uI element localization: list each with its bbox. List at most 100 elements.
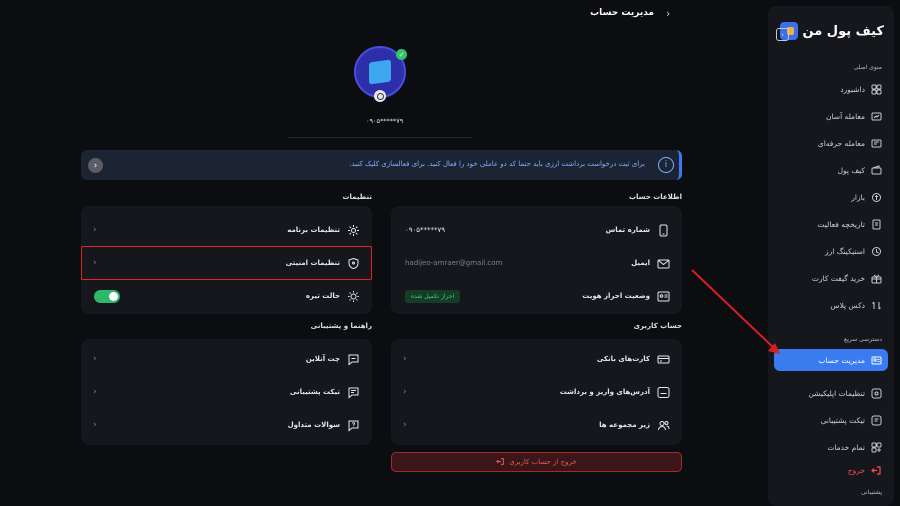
help-heading: راهنما و پشتیبانی	[310, 322, 372, 330]
row-label: شماره تماس	[605, 226, 650, 234]
chat-icon	[347, 353, 360, 366]
easy-trade-icon	[871, 111, 882, 122]
row-label: آدرس‌های واریز و برداشت	[559, 388, 650, 396]
sidebar-item-all-services[interactable]: تمام خدمات	[774, 436, 888, 458]
sidebar-item-label: داشبورد	[840, 84, 865, 94]
app-settings-icon	[871, 388, 882, 399]
chevron-left-icon: ‹	[93, 387, 97, 397]
phone-icon	[657, 224, 670, 237]
logo-text: کیف پول من	[802, 23, 885, 39]
row-label: حالت تیره	[305, 292, 340, 300]
chevron-left-icon: ‹	[93, 225, 97, 235]
account-row-email: ایمیل hadijeo-amraer@gmail.com	[391, 248, 682, 278]
main-menu-title: منوی اصلی	[853, 64, 882, 71]
account-info-card: شماره تماس ۰۹۰۵*****۷۹ ایمیل hadijeo-amr…	[391, 206, 682, 314]
ticket-icon	[871, 415, 882, 426]
bank-card-icon	[657, 353, 670, 366]
settings-row-app[interactable]: تنظیمات برنامه ‹	[81, 215, 372, 245]
account-row-phone: شماره تماس ۰۹۰۵*****۷۹	[391, 215, 682, 245]
help-row-chat[interactable]: چت آنلاین ‹	[81, 344, 372, 374]
phone-value: ۰۹۰۵*****۷۹	[405, 226, 446, 234]
avatar[interactable]: ✓	[354, 46, 407, 102]
chevron-left-icon[interactable]: ‹	[88, 158, 103, 173]
two-factor-banner[interactable]: i برای ثبت درخواست برداشت ارزی باید حتما…	[81, 150, 682, 180]
dark-mode-toggle[interactable]	[94, 289, 120, 303]
kyc-status-badge: احراز تکمیل شده	[405, 289, 461, 303]
info-icon: i	[658, 157, 674, 173]
logo[interactable]: کیف پول من	[779, 22, 885, 40]
account-row-kyc: وضعیت احراز هویت احراز تکمیل شده	[391, 281, 682, 311]
chevron-left-icon: ‹	[93, 354, 97, 364]
sidebar-item-label: کیف پول	[837, 165, 865, 175]
sidebar-item-wallet[interactable]: کیف پول	[774, 159, 888, 181]
user-row-bank-cards[interactable]: کارت‌های بانکی ‹	[391, 344, 682, 374]
sidebar-item-label: معامله آسان	[826, 111, 865, 121]
logout-account-button[interactable]: خروج از حساب کاربری	[391, 452, 682, 472]
help-row-faq[interactable]: سوالات متداول ‹	[81, 410, 372, 440]
sidebar-item-label: خروج	[847, 465, 865, 475]
history-icon	[871, 219, 882, 230]
row-label: تنظیمات برنامه	[287, 226, 340, 234]
user-account-card: کارت‌های بانکی ‹ آدرس‌های واریز و برداشت…	[391, 339, 682, 445]
sidebar-item-history[interactable]: تاریخچه فعالیت	[774, 213, 888, 235]
sidebar-item-gift-card[interactable]: خرید گیفت کارت	[774, 267, 888, 289]
row-label: زیر مجموعه ها	[599, 421, 650, 429]
back-button[interactable]: ‹	[666, 7, 670, 20]
logout-icon	[871, 465, 882, 476]
sidebar-item-label: تنظیمات اپلیکیشن	[808, 388, 865, 398]
book-icon	[369, 59, 391, 85]
referral-icon	[657, 419, 670, 432]
sidebar-item-market[interactable]: بازار	[774, 186, 888, 208]
security-settings-highlight	[81, 246, 372, 280]
divider	[288, 137, 472, 138]
collapse-sidebar-button[interactable]: ‹	[776, 28, 789, 41]
logout-label: خروج از حساب کاربری	[509, 458, 577, 466]
sidebar-item-support-ticket[interactable]: تیکت پشتیبانی	[774, 409, 888, 431]
chevron-left-icon: ‹	[403, 420, 407, 430]
sidebar-item-easy-trade[interactable]: معامله آسان	[774, 105, 888, 127]
sidebar-item-label: تیکت پشتیبانی	[820, 415, 865, 425]
sidebar-item-dashboard[interactable]: داشبورد	[774, 78, 888, 100]
row-label: وضعیت احراز هویت	[582, 292, 650, 300]
sidebar-item-app-settings[interactable]: تنظیمات اپلیکیشن	[774, 382, 888, 404]
sidebar-item-label: معامله حرفه‌ای	[817, 138, 865, 148]
logout-icon	[496, 457, 505, 468]
support-title: پشتیبانی	[861, 489, 882, 496]
user-row-referrals[interactable]: زیر مجموعه ها ‹	[391, 410, 682, 440]
page-title: مدیریت حساب	[590, 8, 654, 18]
staking-icon	[871, 246, 882, 257]
market-icon	[871, 192, 882, 203]
settings-heading: تنظیمات	[342, 193, 372, 201]
mail-icon	[657, 257, 670, 270]
wallet-icon	[871, 164, 882, 176]
sidebar-item-label: مدیریت حساب	[818, 355, 865, 365]
verified-icon: ✓	[396, 49, 407, 60]
ticket-icon	[347, 386, 360, 399]
address-icon	[657, 386, 670, 399]
quick-access-title: دسترسی سریع	[844, 336, 882, 343]
chevron-left-icon: ‹	[403, 387, 407, 397]
sidebar-item-pro-trade[interactable]: معامله حرفه‌ای	[774, 132, 888, 154]
sidebar-item-logout[interactable]: خروج	[774, 459, 888, 481]
sidebar-item-account[interactable]: مدیریت حساب	[774, 349, 888, 371]
row-label: چت آنلاین	[305, 355, 340, 363]
user-account-heading: حساب کاربری	[633, 322, 682, 330]
gear-icon	[347, 224, 360, 237]
account-icon	[871, 355, 882, 366]
sidebar-item-staking[interactable]: استیکینگ ارز	[774, 240, 888, 262]
camera-icon[interactable]	[374, 90, 386, 102]
help-row-ticket[interactable]: تیکت پشتیبانی ‹	[81, 377, 372, 407]
dashboard-icon	[871, 84, 882, 95]
sidebar-item-label: تاریخچه فعالیت	[817, 219, 865, 229]
email-value: hadijeo-amraer@gmail.com	[405, 259, 503, 267]
chevron-left-icon: ‹	[93, 420, 97, 430]
sun-icon	[347, 290, 360, 303]
sidebar-item-label: دکس پلاس	[830, 300, 865, 310]
sidebar-item-label: خرید گیفت کارت	[811, 273, 865, 283]
banner-text: برای ثبت درخواست برداشت ارزی باید حتما ک…	[349, 160, 645, 168]
sidebar-item-label: بازار	[851, 192, 865, 202]
chevron-left-icon: ‹	[403, 354, 407, 364]
faq-icon	[347, 419, 360, 432]
sidebar-item-dex-plus[interactable]: دکس پلاس	[774, 294, 888, 316]
user-row-addresses[interactable]: آدرس‌های واریز و برداشت ‹	[391, 377, 682, 407]
